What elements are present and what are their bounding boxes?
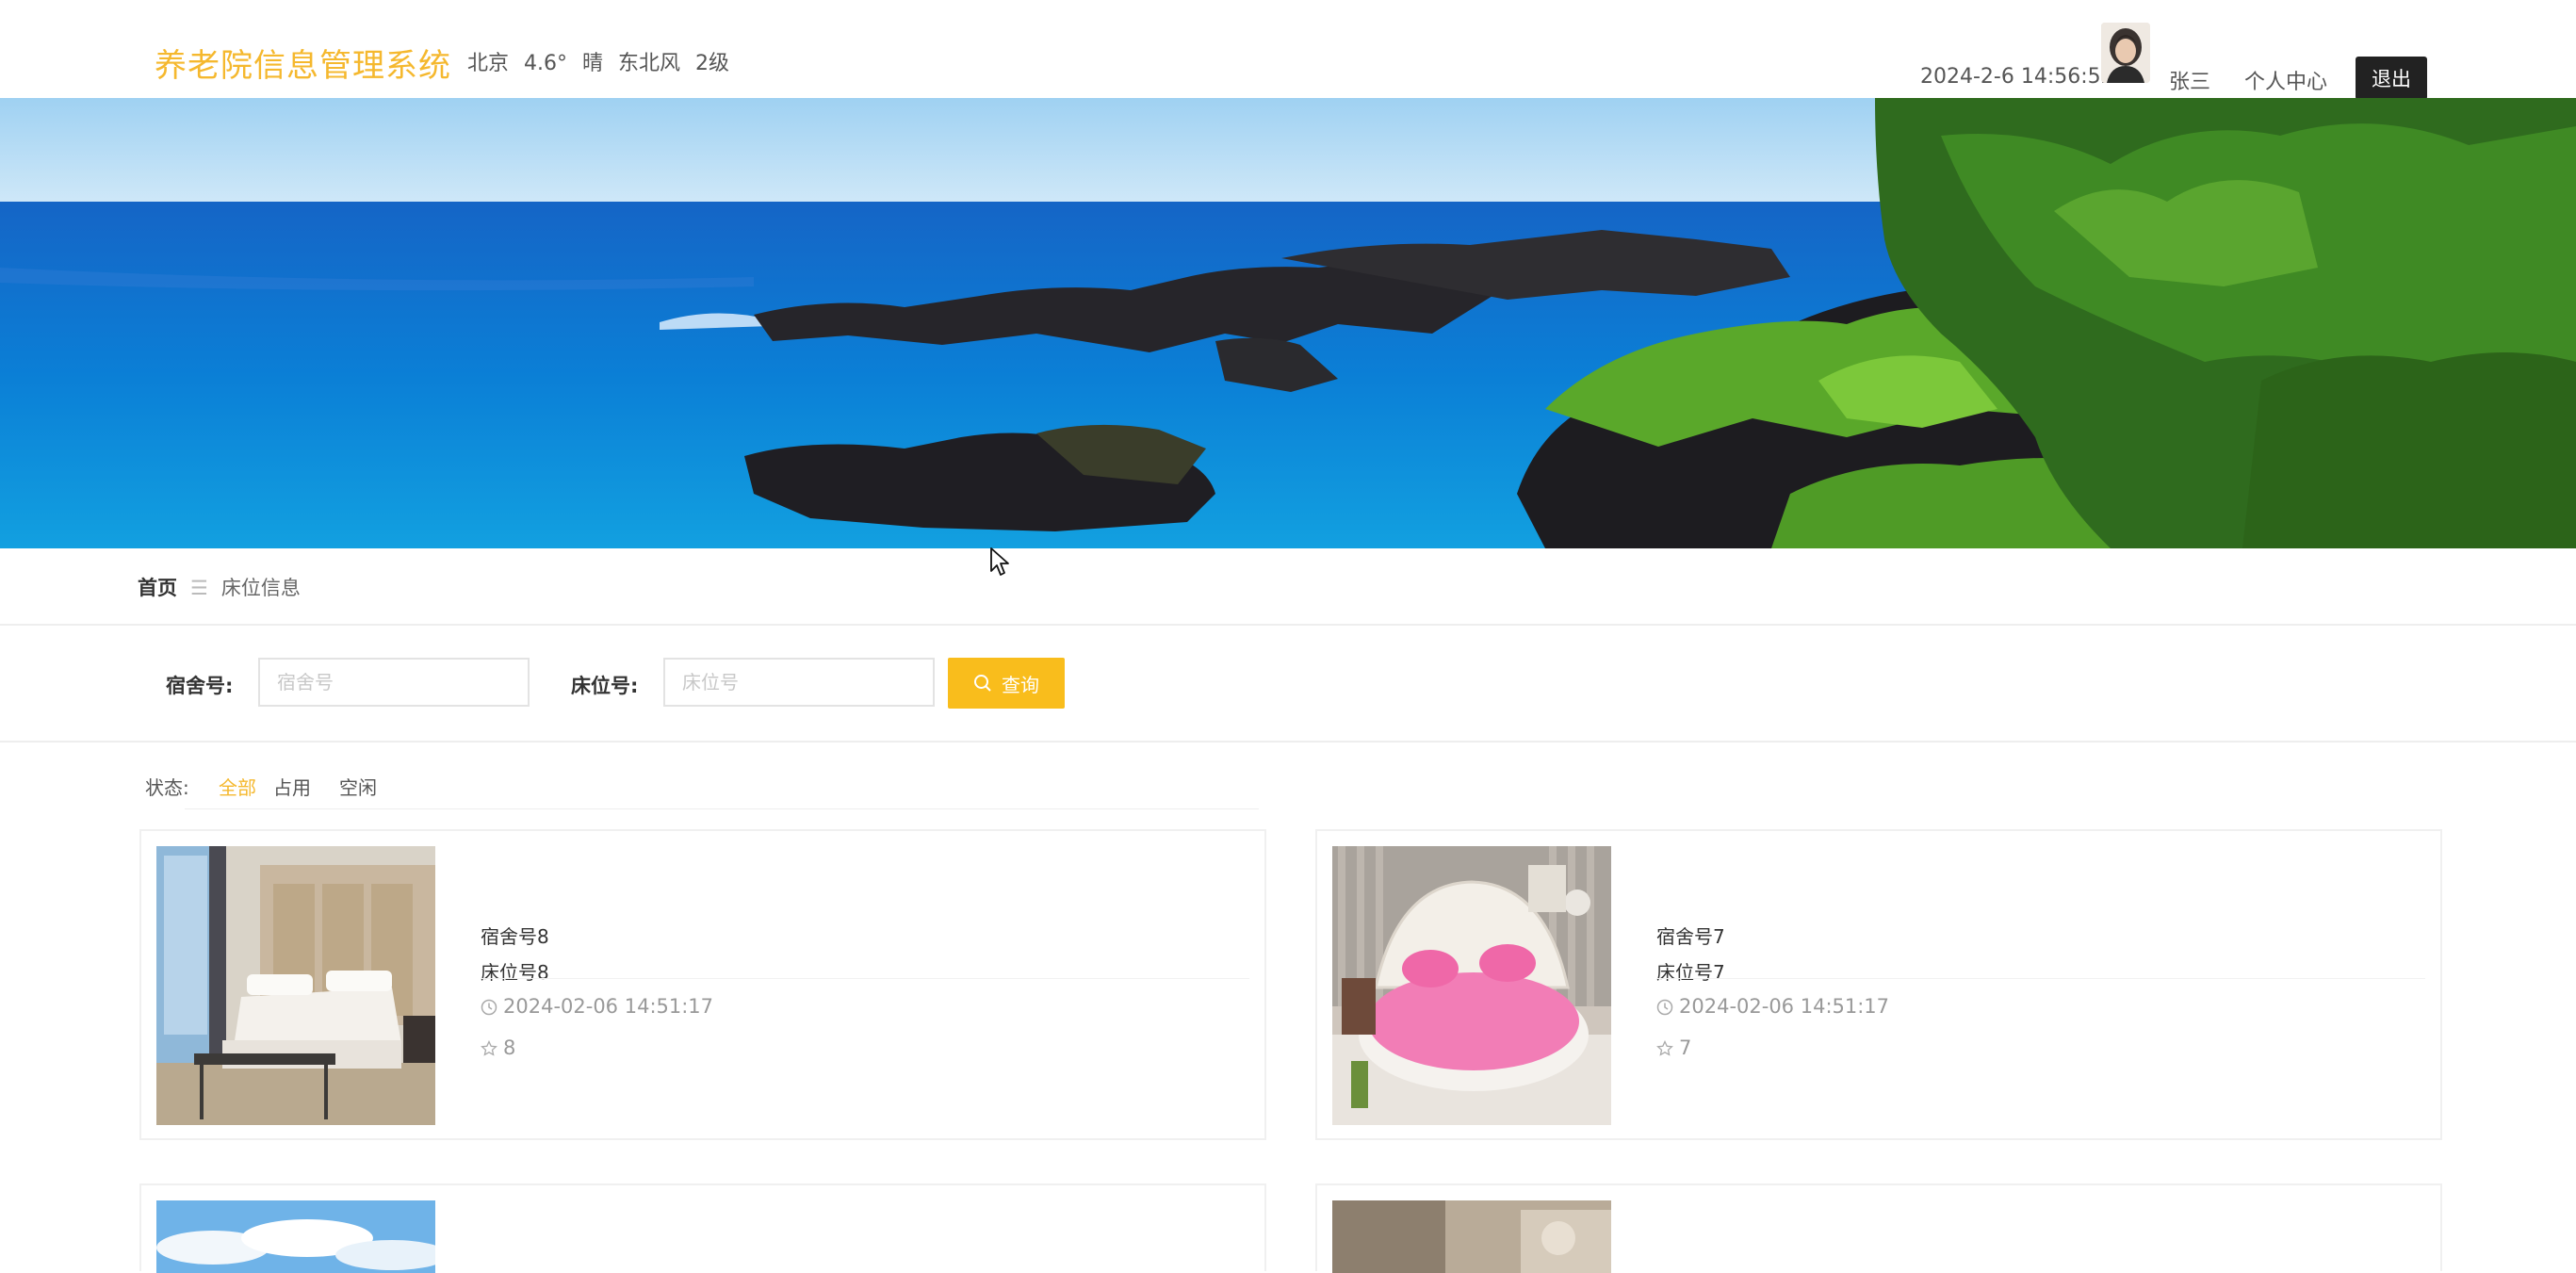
query-button[interactable]: 查询 bbox=[948, 658, 1065, 709]
divider bbox=[0, 741, 2576, 743]
query-button-label: 查询 bbox=[1002, 673, 1039, 696]
status-option-occupied[interactable]: 占用 bbox=[273, 773, 311, 800]
dorm-label: 宿舍号: bbox=[166, 675, 234, 697]
weather-temp: 4.6° bbox=[524, 52, 568, 75]
banner-carousel[interactable] bbox=[0, 98, 2576, 548]
weather-wind-level: 2级 bbox=[695, 52, 730, 75]
search-icon bbox=[974, 675, 991, 692]
divider bbox=[481, 978, 1249, 979]
bed-photo[interactable] bbox=[1332, 846, 1611, 1125]
bed-number: 床位号8 bbox=[481, 961, 549, 984]
card-time-text: 2024-02-06 14:51:17 bbox=[503, 995, 714, 1018]
clock-icon bbox=[481, 999, 497, 1016]
card-likes: 7 bbox=[1656, 1036, 1691, 1059]
bed-card[interactable] bbox=[139, 1183, 1266, 1273]
card-time: 2024-02-06 14:51:17 bbox=[481, 995, 713, 1018]
status-label: 状态: bbox=[145, 776, 189, 799]
bed-label: 床位号: bbox=[571, 675, 639, 697]
weather-wind: 东北风 bbox=[618, 52, 681, 75]
bed-photo[interactable] bbox=[156, 1200, 435, 1273]
card-likes-count: 7 bbox=[1679, 1036, 1692, 1059]
bed-photo[interactable] bbox=[1332, 1200, 1611, 1273]
breadcrumb-separator-icon: ☰ bbox=[190, 577, 208, 599]
breadcrumb: 首页 ☰ 床位信息 bbox=[138, 573, 301, 601]
bed-card[interactable] bbox=[1315, 1183, 2442, 1273]
bed-input[interactable] bbox=[663, 658, 935, 707]
card-likes: 8 bbox=[481, 1036, 515, 1059]
logout-button[interactable]: 退出 bbox=[2356, 57, 2427, 100]
bed-number: 床位号7 bbox=[1656, 961, 1725, 984]
mouse-cursor-icon bbox=[990, 547, 1009, 576]
app-title[interactable]: 养老院信息管理系统 bbox=[155, 40, 451, 86]
dorm-number: 宿舍号8 bbox=[481, 925, 549, 948]
personal-center-link[interactable]: 个人中心 bbox=[2244, 65, 2327, 95]
bed-photo[interactable] bbox=[156, 846, 435, 1125]
breadcrumb-current: 床位信息 bbox=[220, 577, 301, 599]
banner-image bbox=[0, 98, 2576, 548]
dorm-input[interactable] bbox=[258, 658, 530, 707]
status-option-free[interactable]: 空闲 bbox=[339, 773, 377, 800]
card-time-text: 2024-02-06 14:51:17 bbox=[1679, 995, 1890, 1018]
bed-card[interactable]: 宿舍号8 床位号8 2024-02-06 14:51:17 8 bbox=[139, 829, 1266, 1140]
divider bbox=[1656, 978, 2425, 979]
card-likes-count: 8 bbox=[503, 1036, 516, 1059]
weather-info: 北京 4.6° 晴东北风 2级 bbox=[467, 46, 744, 76]
current-datetime: 2024-2-6 14:56:52 bbox=[1920, 65, 2114, 89]
avatar[interactable] bbox=[2101, 23, 2150, 83]
star-icon[interactable] bbox=[481, 1040, 497, 1057]
header: 养老院信息管理系统 北京 4.6° 晴东北风 2级 2024-2-6 14:56:52… bbox=[0, 8, 2576, 100]
star-icon[interactable] bbox=[1656, 1040, 1673, 1057]
divider bbox=[0, 624, 2576, 626]
bed-card[interactable]: 宿舍号7 床位号7 2024-02-06 14:51:17 7 bbox=[1315, 829, 2442, 1140]
weather-condition: 晴 bbox=[582, 52, 604, 75]
status-option-all[interactable]: 全部 bbox=[219, 773, 256, 800]
clock-icon bbox=[1656, 999, 1673, 1016]
weather-city: 北京 bbox=[467, 52, 510, 75]
username[interactable]: 张三 bbox=[2169, 65, 2210, 95]
filter-underline bbox=[185, 808, 1259, 809]
card-time: 2024-02-06 14:51:17 bbox=[1656, 995, 1889, 1018]
breadcrumb-home[interactable]: 首页 bbox=[138, 577, 177, 599]
dorm-number: 宿舍号7 bbox=[1656, 925, 1725, 948]
